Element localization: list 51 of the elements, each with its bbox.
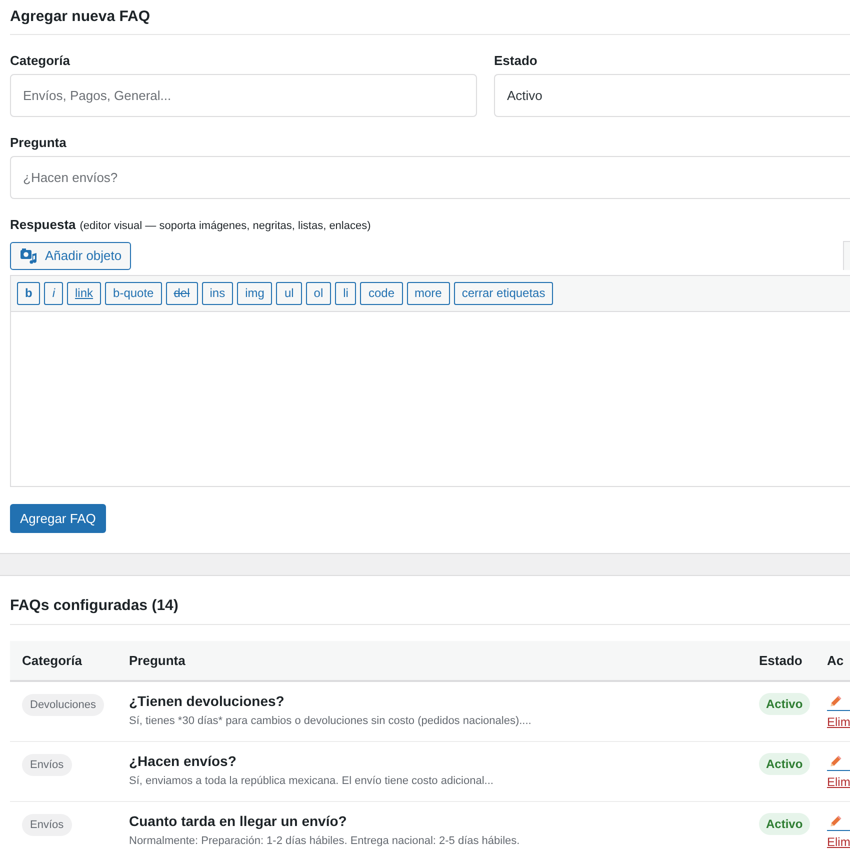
quicktag-button[interactable]: ul [276, 282, 302, 305]
quicktag-button[interactable]: code [360, 282, 402, 305]
quicktag-button[interactable]: more [406, 282, 450, 305]
quicktag-button[interactable]: li [335, 282, 356, 305]
text-field[interactable]: Envíos, Pagos, General... [10, 74, 477, 117]
column-header: Pregunta [129, 652, 186, 668]
quicktag-button[interactable]: ol [306, 282, 332, 305]
text-field[interactable]: ¿Hacen envíos? [10, 156, 850, 199]
question-text: ¿Tienen devoluciones? [129, 692, 286, 711]
column-header: Estado [759, 652, 802, 668]
pencil-icon [830, 815, 842, 827]
edit-link[interactable] [827, 755, 850, 771]
pencil-icon [830, 755, 842, 767]
category-tag: Envíos [22, 814, 72, 836]
answer-excerpt: Normalmente: Preparación: 1-2 días hábiles. Entrega nacional: 2-5 días hábiles. [129, 834, 521, 849]
field-label: Categoría [10, 52, 71, 70]
select-field[interactable]: Activo [494, 74, 850, 117]
edit-link[interactable] [827, 815, 850, 831]
quicktag-button[interactable]: b [17, 282, 40, 305]
edit-link[interactable] [827, 695, 850, 711]
delete-link[interactable]: Elim [827, 714, 850, 730]
quicktag-button[interactable]: b-quote [105, 282, 162, 305]
field-label: Respuesta [10, 216, 76, 234]
add-media-button[interactable]: Añadir objeto [10, 242, 131, 270]
delete-link[interactable]: Elim [827, 834, 850, 850]
field-label: Pregunta [10, 134, 68, 152]
quicktag-button[interactable]: ins [202, 282, 234, 305]
category-tag: Devoluciones [22, 694, 104, 716]
column-header: Categoría [22, 652, 82, 668]
status-badge: Activo [759, 753, 810, 775]
quicktag-button[interactable]: cerrar etiquetas [454, 282, 554, 305]
quicktag-button[interactable]: i [44, 282, 64, 305]
question-text: Cuanto tarda en llegar un envío? [129, 812, 348, 831]
delete-link[interactable]: Elim [827, 774, 850, 790]
list-title: FAQs configuradas (14) [10, 596, 180, 616]
quicktag-button[interactable]: img [237, 282, 272, 305]
column-header: Ac [827, 652, 844, 668]
status-badge: Activo [759, 693, 810, 715]
answer-excerpt: Sí, enviamos a toda la república mexicana. El envío tiene costo adicional... [129, 774, 494, 789]
field-label: Estado [494, 52, 538, 70]
quicktag-button[interactable]: del [166, 282, 198, 305]
submit-button[interactable]: Agregar FAQ [10, 504, 106, 533]
question-text: ¿Hacen envíos? [129, 752, 238, 771]
quicktag-button[interactable]: link [67, 282, 102, 305]
field-hint: (editor visual — soporta imágenes, negritas, listas, enlaces) [80, 219, 371, 234]
status-badge: Activo [759, 813, 810, 835]
form-title: Agregar nueva FAQ [10, 7, 150, 27]
answer-excerpt: Sí, tienes *30 días* para cambios o devoluciones sin costo (pedidos nacionales).... [129, 714, 532, 729]
category-tag: Envíos [22, 754, 72, 776]
camera-music-icon [20, 248, 37, 264]
pencil-icon [830, 695, 842, 707]
